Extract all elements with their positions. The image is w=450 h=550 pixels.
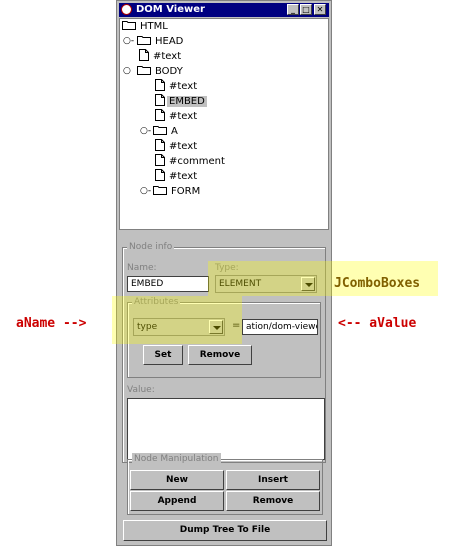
collapsed-handle-icon[interactable]: ○- [140,184,151,199]
aname-annotation: aName --> [16,316,87,331]
avalue-annotation: <-- aValue [338,316,417,331]
append-button[interactable]: Append [130,491,224,511]
folder-icon [153,186,167,195]
minimize-button[interactable]: _ [287,4,299,15]
node-info-title: Node info [127,241,175,253]
combobox-highlight [112,296,242,344]
folder-icon [153,126,167,135]
document-icon [155,169,165,181]
name-field[interactable]: EMBED [127,276,209,292]
tree-node-embed[interactable]: EMBED [155,94,207,109]
new-button[interactable]: New [130,470,224,490]
tree-node-body[interactable]: BODY [137,64,185,79]
node-remove-button[interactable]: Remove [226,491,320,511]
tree-node-comment[interactable]: #comment [155,154,227,169]
collapsed-handle-icon[interactable]: ○- [123,34,134,49]
tree-node-head-text[interactable]: #text [139,49,183,64]
value-textarea[interactable] [127,398,325,460]
tree-node-a[interactable]: A [153,124,180,139]
tree-node-body-text[interactable]: #text [155,109,199,124]
node-manipulation-group: Node Manipulation New Insert Append Remo… [127,453,323,515]
expanded-handle-icon[interactable]: ○ [123,64,131,79]
dom-tree[interactable]: HTML ○- HEAD #text ○ BODY #text EMBED #t… [119,18,329,230]
tree-node-a-text[interactable]: #text [155,139,199,154]
document-icon [155,139,165,151]
folder-icon [122,21,136,30]
attribute-remove-button[interactable]: Remove [188,345,252,365]
tree-node-a-text[interactable]: #text [155,169,199,184]
app-icon [121,4,132,15]
document-icon [155,154,165,166]
tree-node-body-text[interactable]: #text [155,79,199,94]
folder-icon [137,36,151,45]
document-icon [155,79,165,91]
set-button[interactable]: Set [143,345,183,365]
insert-button[interactable]: Insert [226,470,320,490]
document-icon [139,49,149,61]
name-label: Name: [127,263,157,273]
document-icon [155,94,165,106]
collapsed-handle-icon[interactable]: ○- [140,124,151,139]
document-icon [155,109,165,121]
node-manipulation-title: Node Manipulation [132,453,221,465]
close-button[interactable]: ✕ [314,4,326,15]
tree-node-head[interactable]: HEAD [137,34,185,49]
dump-tree-button[interactable]: Dump Tree To File [123,520,327,541]
jcombobox-annotation: JComboBoxes [334,276,421,291]
value-label: Value: [127,385,155,395]
window-title: DOM Viewer [136,4,205,15]
maximize-button[interactable]: □ [300,4,312,15]
folder-icon [137,66,151,75]
tree-node-html[interactable]: HTML [122,19,170,34]
title-bar: DOM Viewer _ □ ✕ [119,3,329,17]
attribute-value-field[interactable]: ation/dom-viewer [242,319,318,335]
tree-node-form[interactable]: FORM [153,184,202,199]
